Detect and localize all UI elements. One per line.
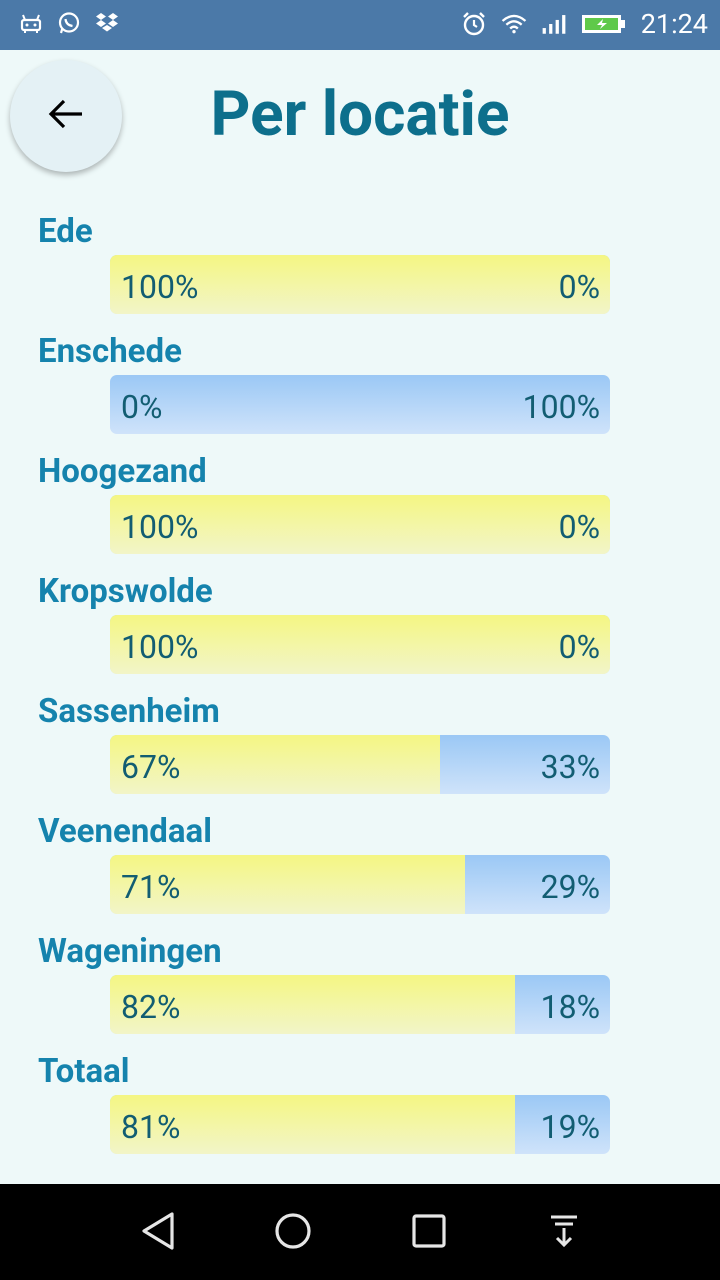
location-row: Hoogezand 100% 0% xyxy=(0,450,720,570)
right-percent: 0% xyxy=(558,508,600,546)
left-percent: 82% xyxy=(121,988,181,1026)
left-percent: 0% xyxy=(121,388,163,426)
left-percent: 100% xyxy=(121,628,199,666)
location-row: Sassenheim 67% 33% xyxy=(0,690,720,810)
battery-icon xyxy=(581,11,627,37)
location-row: Veenendaal 71% 29% xyxy=(0,810,720,930)
right-percent: 18% xyxy=(540,988,600,1026)
nav-recents-button[interactable] xyxy=(404,1208,454,1258)
nav-notification-button[interactable] xyxy=(539,1208,589,1258)
recents-square-icon xyxy=(412,1214,446,1252)
percentage-bar: 81% 19% xyxy=(110,1095,610,1154)
percentage-bar: 0% 100% xyxy=(110,375,610,434)
right-percent: 33% xyxy=(540,748,600,786)
location-label: Kropswolde xyxy=(38,572,213,611)
location-list: Ede 100% 0% Enschede 0% 100% Hoogezand 1… xyxy=(0,210,720,1170)
left-percent: 71% xyxy=(121,868,181,906)
location-label: Totaal xyxy=(38,1052,130,1091)
location-label: Veenendaal xyxy=(38,812,212,851)
location-label: Ede xyxy=(38,212,93,251)
navigation-bar xyxy=(0,1184,720,1280)
dropbox-icon xyxy=(94,10,120,36)
location-label: Sassenheim xyxy=(38,692,220,731)
right-percent: 100% xyxy=(522,388,600,426)
location-label: Hoogezand xyxy=(38,452,207,491)
right-percent: 0% xyxy=(558,628,600,666)
left-percent: 100% xyxy=(121,508,199,546)
signal-icon xyxy=(541,11,567,37)
percentage-bar: 100% 0% xyxy=(110,255,610,314)
whatsapp-icon xyxy=(56,10,82,36)
notification-pull-icon xyxy=(549,1214,579,1252)
alarm-icon xyxy=(461,11,487,37)
location-label: Wageningen xyxy=(38,932,222,971)
right-percent: 29% xyxy=(540,868,600,906)
home-circle-icon xyxy=(274,1212,312,1254)
wifi-icon xyxy=(501,11,527,37)
clock-time: 21:24 xyxy=(640,8,708,40)
left-percent: 100% xyxy=(121,268,199,306)
percentage-bar: 100% 0% xyxy=(110,495,610,554)
status-bar: 21:24 xyxy=(0,0,720,50)
back-triangle-icon xyxy=(140,1211,176,1255)
location-row: Ede 100% 0% xyxy=(0,210,720,330)
location-row: Wageningen 82% 18% xyxy=(0,930,720,1050)
percentage-bar: 82% 18% xyxy=(110,975,610,1034)
location-row-total: Totaal 81% 19% xyxy=(0,1050,720,1170)
page-title: Per locatie xyxy=(210,78,510,151)
percentage-bar: 71% 29% xyxy=(110,855,610,914)
left-percent: 67% xyxy=(121,748,181,786)
location-row: Enschede 0% 100% xyxy=(0,330,720,450)
location-label: Enschede xyxy=(38,332,182,371)
right-percent: 0% xyxy=(558,268,600,306)
nav-back-button[interactable] xyxy=(133,1208,183,1258)
right-percent: 19% xyxy=(540,1108,600,1146)
left-percent: 81% xyxy=(121,1108,181,1146)
location-row: Kropswolde 100% 0% xyxy=(0,570,720,690)
percentage-bar: 67% 33% xyxy=(110,735,610,794)
android-icon xyxy=(18,10,44,36)
percentage-bar: 100% 0% xyxy=(110,615,610,674)
nav-home-button[interactable] xyxy=(268,1208,318,1258)
